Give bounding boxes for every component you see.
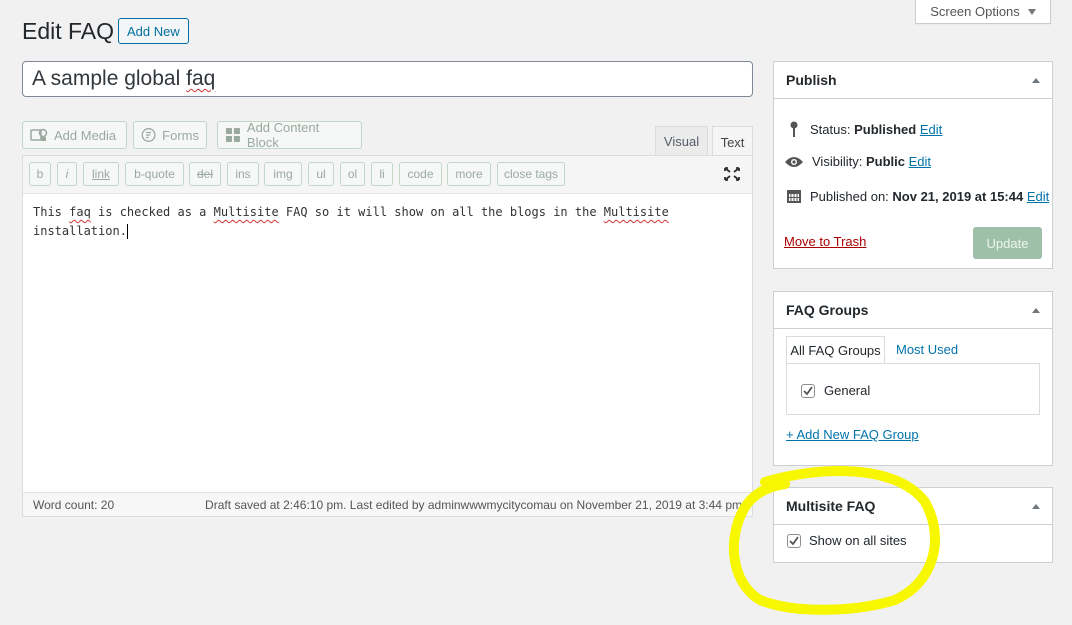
update-button[interactable]: Update [973, 227, 1042, 259]
editor-status-bar: Word count: 20 Draft saved at 2:46:10 pm… [23, 492, 752, 516]
status-label: Status: [810, 121, 855, 137]
qt-italic-button[interactable]: i [57, 162, 77, 186]
post-title-input[interactable]: A sample global faq [22, 61, 753, 97]
content-text: This [33, 205, 70, 219]
visibility-row: Visibility: Public Edit [784, 154, 931, 169]
content-misspelled-word: faq [69, 205, 91, 219]
add-new-faq-group-link[interactable]: + Add New FAQ Group [786, 427, 919, 442]
qt-img-button[interactable]: img [264, 162, 302, 186]
content-misspelled-word: Multisite [213, 205, 279, 219]
qt-close-tags-button[interactable]: close tags [497, 162, 565, 186]
show-on-all-sites-checkbox[interactable] [787, 533, 801, 548]
post-title-misspelled: faq [186, 67, 216, 90]
move-to-trash-link[interactable]: Move to Trash [784, 234, 866, 249]
qt-code-button[interactable]: code [399, 162, 442, 186]
eye-icon [785, 156, 803, 167]
visibility-value: Public [865, 154, 905, 169]
faq-groups-title: FAQ Groups [786, 302, 869, 318]
post-title-text: A sample global [32, 67, 187, 90]
visibility-label: Visibility: [812, 154, 866, 169]
tab-text[interactable]: Text [712, 126, 753, 157]
quicktags-toolbar: b i link b-quote del ins img ul ol li co… [23, 156, 752, 194]
page-title: Edit FAQ [22, 18, 115, 44]
collapse-arrow-icon[interactable] [1032, 503, 1040, 509]
screen-options-label: Screen Options [930, 4, 1020, 19]
publish-box-title: Publish [786, 72, 837, 88]
editor-content[interactable]: This faq is checked as a Multisite FAQ s… [33, 203, 733, 241]
qt-li-button[interactable]: li [371, 162, 393, 186]
edit-date-link[interactable]: Edit [1027, 189, 1049, 204]
add-media-label: Add Media [54, 127, 117, 143]
add-content-block-label: Add Content Block [246, 120, 320, 150]
qt-more-button[interactable]: more [447, 162, 491, 186]
add-new-button[interactable]: Add New [118, 18, 189, 44]
tab-visual[interactable]: Visual [655, 126, 708, 156]
fullscreen-icon[interactable] [723, 166, 741, 182]
qt-ins-button[interactable]: ins [227, 162, 259, 186]
add-content-block-button[interactable]: Add Content Block [217, 120, 362, 150]
content-text: is checked as a [90, 205, 214, 219]
faq-group-label: General [824, 383, 871, 398]
publish-box-header[interactable]: Publish [774, 62, 1052, 99]
status-value: Published [854, 121, 917, 137]
content-misspelled-word: Multisite [603, 205, 669, 219]
qt-ol-button[interactable]: ol [340, 162, 365, 186]
pin-icon [790, 121, 798, 137]
checkmark-icon [803, 385, 813, 395]
collapse-arrow-icon[interactable] [1032, 77, 1040, 83]
text-editor: b i link b-quote del ins img ul ol li co… [22, 155, 753, 517]
media-icon [30, 128, 48, 141]
qt-ul-button[interactable]: ul [308, 162, 334, 186]
forms-label: Forms [162, 127, 199, 143]
general-checkbox[interactable] [801, 383, 815, 398]
forms-icon [141, 128, 156, 142]
faq-group-item[interactable]: General [801, 383, 870, 398]
faq-groups-checklist: General [786, 363, 1040, 415]
draft-saved-status: Draft saved at 2:46:10 pm. Last edited b… [205, 498, 742, 512]
published-on-label: Published on: [810, 188, 893, 204]
calendar-icon [787, 190, 801, 203]
qt-link-button[interactable]: link [83, 162, 119, 186]
text-cursor [126, 224, 128, 239]
forms-button[interactable]: Forms [133, 121, 207, 149]
collapse-arrow-icon[interactable] [1032, 307, 1040, 313]
qt-del-button[interactable]: del [189, 162, 221, 186]
add-media-button[interactable]: Add Media [22, 121, 127, 149]
tab-all-faq-groups[interactable]: All FAQ Groups [786, 336, 885, 364]
word-count: Word count: 20 [33, 498, 115, 512]
multisite-faq-header[interactable]: Multisite FAQ [774, 488, 1052, 525]
edit-status-link[interactable]: Edit [920, 122, 942, 137]
content-text: installation. [33, 224, 127, 238]
show-on-all-sites-option[interactable]: Show on all sites [787, 533, 907, 548]
multisite-faq-title: Multisite FAQ [786, 498, 876, 514]
faq-groups-header[interactable]: FAQ Groups [774, 292, 1052, 329]
qt-bold-button[interactable]: b [29, 162, 51, 186]
published-on-row: Published on: Nov 21, 2019 at 15:44 Edit [786, 188, 1049, 204]
status-row: Status: Published Edit [786, 120, 942, 138]
tab-most-used[interactable]: Most Used [896, 342, 958, 357]
faq-groups-box: FAQ Groups All FAQ Groups Most Used Gene… [773, 291, 1053, 466]
show-on-all-sites-label: Show on all sites [809, 533, 907, 548]
qt-blockquote-button[interactable]: b-quote [125, 162, 184, 186]
published-on-value: Nov 21, 2019 at 15:44 [892, 188, 1024, 204]
triangle-down-icon [1027, 8, 1036, 15]
multisite-faq-box: Multisite FAQ Show on all sites [773, 487, 1053, 563]
content-text: FAQ so it will show on all the blogs in … [278, 205, 604, 219]
checkmark-icon [789, 535, 799, 545]
blocks-grid-icon [225, 128, 240, 142]
edit-visibility-link[interactable]: Edit [909, 154, 931, 169]
screen-options-button[interactable]: Screen Options [915, 0, 1051, 24]
publish-box: Publish Status: Published Edit Visibilit… [773, 61, 1053, 269]
